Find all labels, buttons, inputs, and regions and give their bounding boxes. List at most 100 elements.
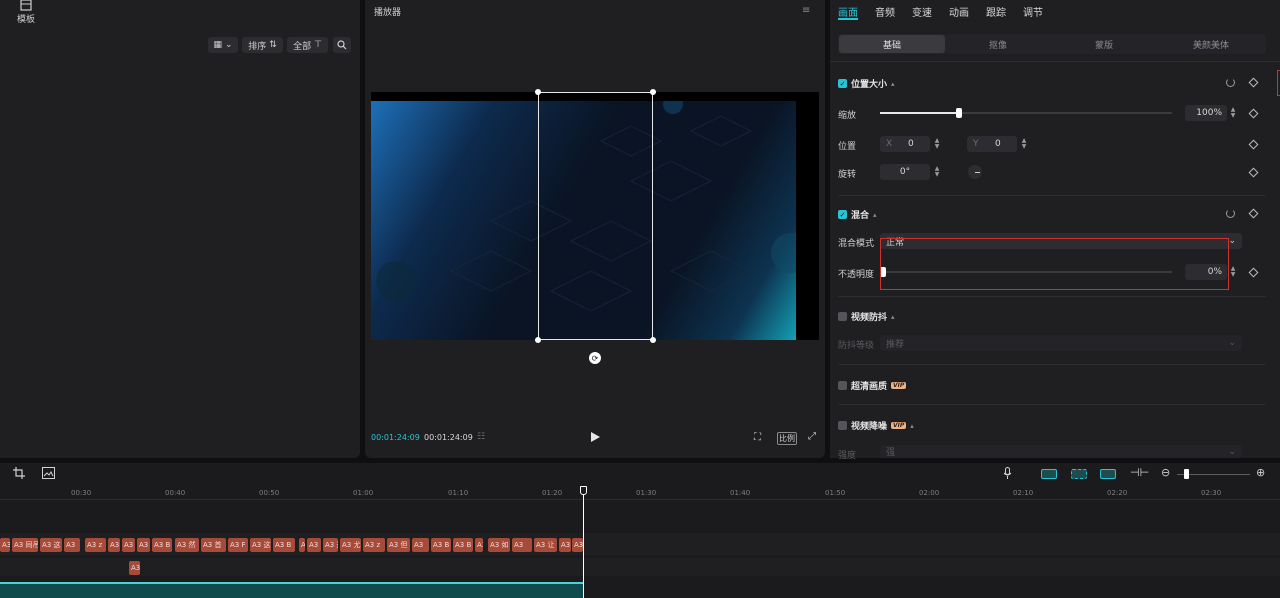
tab-adjust[interactable]: 调节 <box>1023 4 1043 19</box>
text-clip[interactable]: A3 <box>0 538 10 552</box>
text-clip[interactable]: A3 F <box>228 538 248 552</box>
text-clip[interactable]: A3 <box>64 538 80 552</box>
position-x-input[interactable]: X 0 <box>880 136 930 152</box>
text-clip[interactable]: A3 让 <box>534 538 557 552</box>
text-clip[interactable]: A3 首 <box>201 538 226 552</box>
image-edit-icon[interactable] <box>42 467 55 482</box>
text-clip[interactable]: A3 <box>129 561 140 575</box>
resize-handle[interactable] <box>535 89 541 95</box>
search-button[interactable] <box>333 37 351 53</box>
selection-box[interactable] <box>538 92 653 340</box>
keyframe-icon[interactable] <box>1248 267 1259 278</box>
text-clip[interactable]: A3 <box>108 538 120 552</box>
position-y-input[interactable]: Y 0 <box>967 136 1017 152</box>
resize-handle[interactable] <box>535 337 541 343</box>
stabilize-level-select[interactable]: 推荐 ⌄ <box>880 335 1242 351</box>
text-clip[interactable]: A3 <box>572 538 583 552</box>
text-clip[interactable]: A3 <box>122 538 135 552</box>
menu-icon[interactable]: ≡ <box>802 5 810 16</box>
text-clip[interactable]: A3 B <box>453 538 473 552</box>
tab-picture[interactable]: 画面 <box>838 4 858 19</box>
ratio-button[interactable]: 比例 <box>777 432 797 445</box>
reset-icon[interactable] <box>1226 78 1235 87</box>
segment-basic[interactable]: 基础 <box>839 35 945 53</box>
split-icon[interactable]: ⊣⊢ <box>1130 466 1149 479</box>
text-clip[interactable]: A3 <box>307 538 321 552</box>
rotate-handle-icon[interactable]: ⟳ <box>589 352 601 364</box>
video-track-clip[interactable] <box>0 582 584 598</box>
text-clip[interactable]: A3 z <box>85 538 106 552</box>
rotate-dial-icon[interactable] <box>968 165 982 179</box>
check-icon[interactable]: ✓ <box>838 210 847 219</box>
text-clip[interactable]: A3 <box>137 538 150 552</box>
tab-speed[interactable]: 变速 <box>912 4 932 19</box>
text-clip[interactable]: A3 B <box>152 538 172 552</box>
resize-handle[interactable] <box>650 89 656 95</box>
checkbox-icon[interactable] <box>838 421 847 430</box>
scale-stepper-icon[interactable]: ▲ ▼ <box>1228 105 1238 121</box>
text-clip[interactable]: A3 如 <box>488 538 510 552</box>
template-label[interactable]: 模板 <box>17 12 35 25</box>
zoom-slider[interactable] <box>1177 469 1250 479</box>
view-mode-button[interactable]: ▦ ⌄ <box>208 37 238 53</box>
rotate-input[interactable]: 0° <box>880 164 930 180</box>
tab-tracking[interactable]: 跟踪 <box>986 4 1006 19</box>
zoom-slider-thumb[interactable] <box>1184 469 1189 479</box>
segment-cutout[interactable]: 抠像 <box>945 35 1051 53</box>
auto-snap-icon[interactable] <box>1071 469 1087 479</box>
opacity-stepper-icon[interactable]: ▲ ▼ <box>1228 264 1238 280</box>
hd-header[interactable]: 超清画质 VIP <box>838 379 907 392</box>
blend-header[interactable]: ✓ 混合 ▴ <box>838 208 877 221</box>
play-icon[interactable] <box>591 432 600 445</box>
text-clip[interactable]: A3 尤 <box>340 538 361 552</box>
zoom-in-icon[interactable]: ⊕ <box>1256 466 1265 479</box>
timecode-format-icon[interactable]: ☷ <box>477 432 485 442</box>
sort-button[interactable]: 排序 ⇅ <box>242 37 283 53</box>
crop-icon[interactable] <box>13 467 25 482</box>
text-clip[interactable]: A3 但 <box>387 538 410 552</box>
text-clip[interactable]: A3 B <box>273 538 295 552</box>
check-icon[interactable]: ✓ <box>838 79 847 88</box>
keyframe-icon[interactable] <box>1248 167 1259 178</box>
scale-slider-thumb[interactable] <box>955 108 962 118</box>
y-stepper-icon[interactable]: ▲ ▼ <box>1019 136 1029 152</box>
keyframe-icon[interactable] <box>1248 139 1259 150</box>
segment-beauty[interactable]: 美颜美体 <box>1157 35 1265 53</box>
tab-animation[interactable]: 动画 <box>949 4 969 19</box>
text-clip[interactable]: A3 <box>412 538 429 552</box>
text-clip[interactable]: A3 B <box>431 538 451 552</box>
keyframe-icon[interactable] <box>1248 208 1259 219</box>
text-clip[interactable]: A3 这 <box>250 538 271 552</box>
text-clip[interactable]: A3 大 <box>475 538 483 552</box>
stabilize-header[interactable]: 视频防抖 ▴ <box>838 310 895 323</box>
checkbox-icon[interactable] <box>838 312 847 321</box>
rotate-stepper-icon[interactable]: ▲ ▼ <box>932 164 942 180</box>
link-clips-icon[interactable] <box>1041 469 1057 479</box>
playhead-line[interactable] <box>583 488 584 598</box>
text-clip[interactable]: A3 然 <box>175 538 199 552</box>
filter-button[interactable]: 全部 ⊤ <box>287 37 328 53</box>
scale-slider[interactable] <box>880 108 1172 118</box>
linkage-icon[interactable] <box>1100 469 1116 479</box>
denoise-strength-select[interactable]: 强 ⌄ <box>880 445 1242 458</box>
scale-input[interactable]: 100% <box>1185 105 1227 121</box>
fullscreen-icon[interactable]: ⤢ <box>808 431 816 442</box>
fit-view-icon[interactable]: ⛶ <box>754 432 761 443</box>
reset-icon[interactable] <box>1226 209 1235 218</box>
microphone-icon[interactable] <box>1003 467 1012 482</box>
x-stepper-icon[interactable]: ▲ ▼ <box>932 136 942 152</box>
text-clip[interactable]: A3 z <box>363 538 385 552</box>
text-clip[interactable]: A3 <box>512 538 532 552</box>
text-clip[interactable]: A3 这 <box>323 538 338 552</box>
checkbox-icon[interactable] <box>838 381 847 390</box>
keyframe-icon[interactable] <box>1248 108 1259 119</box>
text-clip[interactable]: A3 <box>559 538 571 552</box>
text-clip[interactable]: A3 这 <box>40 538 62 552</box>
video-canvas[interactable] <box>371 89 819 343</box>
segment-mask[interactable]: 蒙版 <box>1051 35 1157 53</box>
playhead-handle[interactable] <box>580 486 587 495</box>
zoom-out-icon[interactable]: ⊖ <box>1161 466 1170 479</box>
tab-audio[interactable]: 音频 <box>875 4 895 19</box>
keyframe-icon[interactable] <box>1248 77 1259 88</box>
denoise-header[interactable]: 视频降噪 VIP ▴ <box>838 419 914 432</box>
